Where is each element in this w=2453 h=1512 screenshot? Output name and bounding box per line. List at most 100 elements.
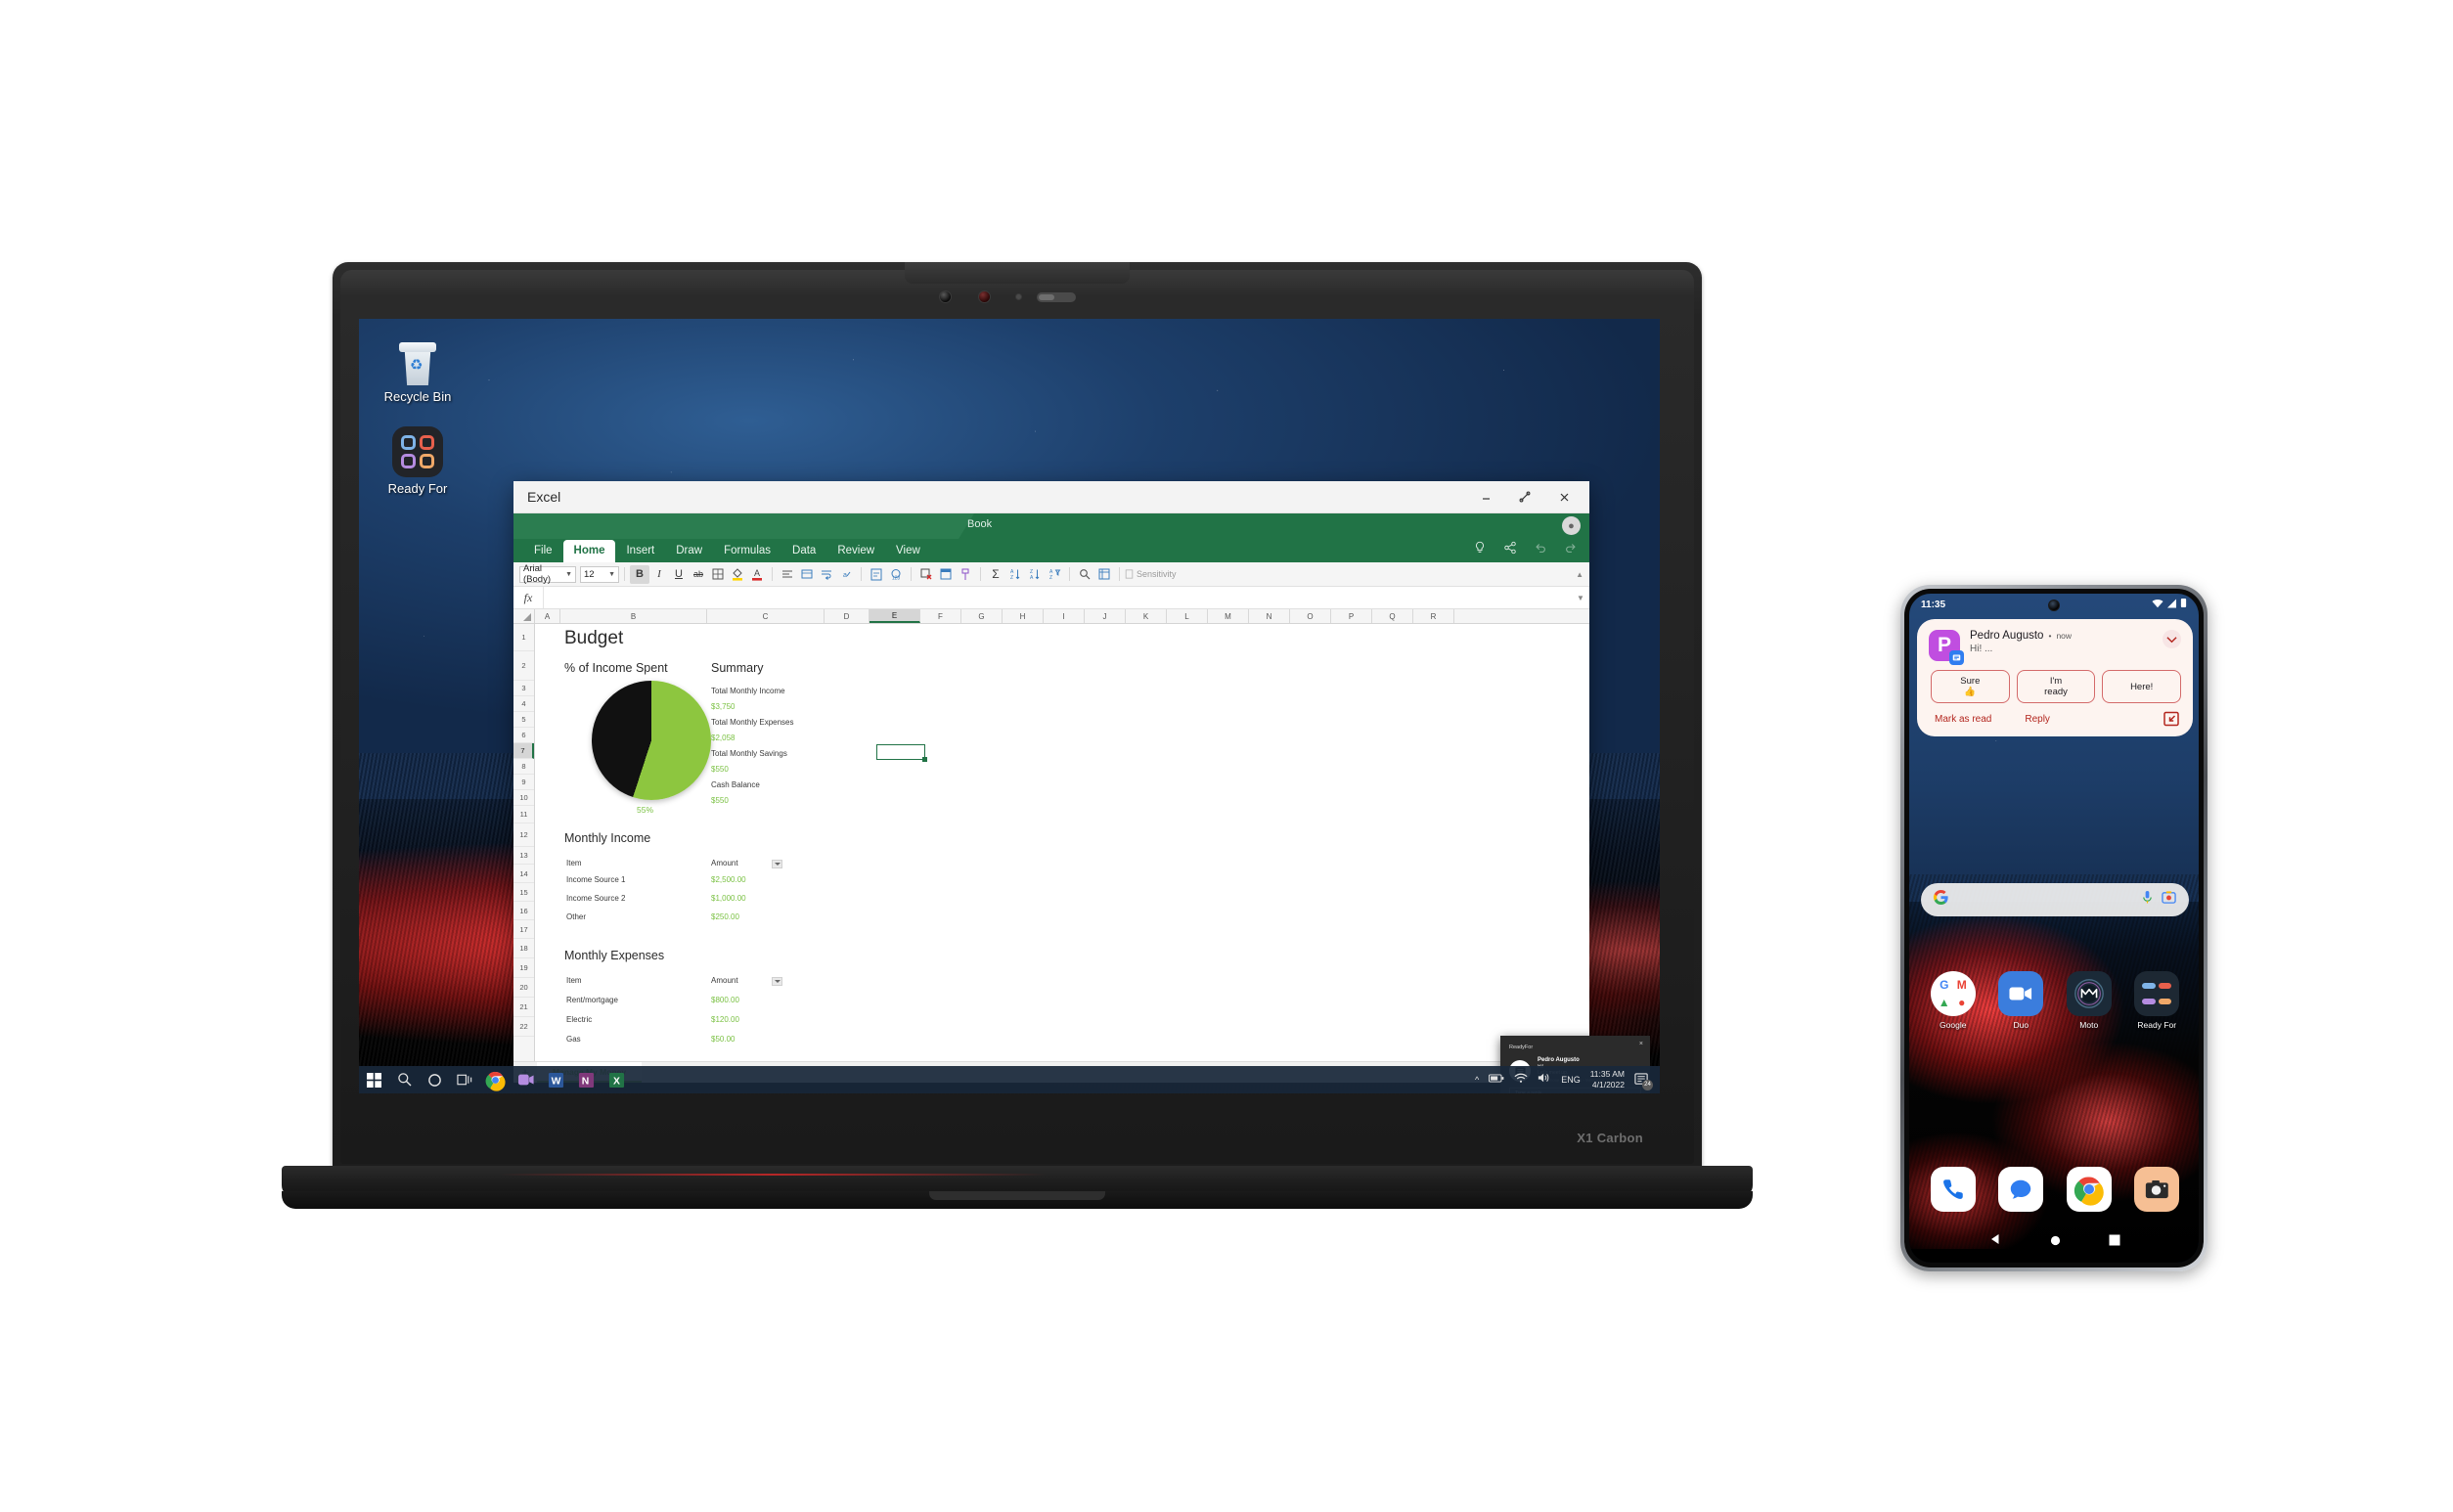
tab-file[interactable]: File bbox=[523, 540, 563, 562]
row-header-14[interactable]: 14 bbox=[513, 865, 534, 883]
row-header-21[interactable]: 21 bbox=[513, 998, 534, 1017]
strikethrough-button[interactable]: ab bbox=[689, 565, 708, 584]
search-icon[interactable] bbox=[389, 1066, 420, 1093]
dock-camera-app[interactable] bbox=[2134, 1167, 2180, 1212]
smart-reply-chip-2[interactable]: Here! bbox=[2102, 670, 2182, 703]
dock-messages-app[interactable] bbox=[1998, 1167, 2044, 1212]
tab-insert[interactable]: Insert bbox=[615, 540, 665, 562]
row-header-18[interactable]: 18 bbox=[513, 939, 534, 958]
app-duo[interactable]: Duo bbox=[1990, 971, 2051, 1030]
undo-icon[interactable] bbox=[1534, 541, 1549, 556]
format-painter-button[interactable] bbox=[956, 565, 975, 584]
show-hidden-icons-chevron[interactable]: ^ bbox=[1475, 1075, 1479, 1085]
col-header-P[interactable]: P bbox=[1331, 609, 1372, 623]
language-indicator[interactable]: ENG bbox=[1561, 1075, 1581, 1085]
wifi-icon[interactable] bbox=[1514, 1071, 1528, 1089]
desktop-icon-recycle-bin[interactable]: ♻ Recycle Bin bbox=[373, 340, 463, 404]
font-color-button[interactable]: A bbox=[747, 565, 767, 584]
underline-button[interactable]: U bbox=[669, 565, 689, 584]
row-header-13[interactable]: 13 bbox=[513, 847, 534, 865]
excel-window[interactable]: Excel Book ● File Home Insert Draw Formu… bbox=[513, 481, 1589, 1083]
nav-back-icon[interactable] bbox=[1988, 1232, 2002, 1251]
col-header-I[interactable]: I bbox=[1044, 609, 1085, 623]
dock-chrome-app[interactable] bbox=[2066, 1167, 2112, 1212]
reply-button[interactable]: Reply bbox=[2025, 714, 2050, 725]
privacy-shutter[interactable] bbox=[1037, 292, 1076, 302]
tab-draw[interactable]: Draw bbox=[665, 540, 713, 562]
font-name-select[interactable]: Arial (Body) ▼ bbox=[519, 563, 576, 585]
tab-home[interactable]: Home bbox=[562, 539, 616, 562]
autosum-button[interactable]: Σ bbox=[986, 565, 1005, 584]
row-header-7[interactable]: 7 bbox=[513, 743, 534, 759]
number-format-button[interactable] bbox=[867, 565, 886, 584]
align-left-button[interactable] bbox=[778, 565, 797, 584]
row-header-10[interactable]: 10 bbox=[513, 790, 534, 806]
row-header-1[interactable]: 1 bbox=[513, 624, 534, 651]
chevron-down-icon[interactable] bbox=[2163, 630, 2181, 648]
formula-input[interactable] bbox=[543, 587, 1572, 608]
row-header-15[interactable]: 15 bbox=[513, 883, 534, 902]
redo-icon[interactable] bbox=[1564, 541, 1580, 556]
col-header-N[interactable]: N bbox=[1249, 609, 1290, 623]
income-spent-pie-chart[interactable] bbox=[592, 681, 711, 800]
mark-as-read-button[interactable]: Mark as read bbox=[1935, 714, 1991, 725]
cortana-icon[interactable] bbox=[420, 1066, 450, 1093]
chrome-icon[interactable] bbox=[480, 1066, 511, 1093]
currency-format-button[interactable]: 123 bbox=[886, 565, 906, 584]
battery-icon[interactable] bbox=[1489, 1071, 1504, 1089]
nav-recents-icon[interactable] bbox=[2109, 1233, 2120, 1251]
filter-button[interactable]: AZ bbox=[1045, 565, 1064, 584]
col-header-F[interactable]: F bbox=[920, 609, 961, 623]
row-header-17[interactable]: 17 bbox=[513, 920, 534, 939]
expenses-filter-icon[interactable] bbox=[772, 977, 782, 986]
action-center-icon[interactable]: 24 bbox=[1634, 1072, 1653, 1090]
microphone-icon[interactable] bbox=[2141, 890, 2154, 910]
col-header-B[interactable]: B bbox=[560, 609, 707, 623]
onenote-icon[interactable]: N bbox=[571, 1066, 602, 1093]
desktop-icon-ready-for[interactable]: Ready For bbox=[373, 426, 463, 496]
borders-button[interactable] bbox=[708, 565, 728, 584]
row-header-12[interactable]: 12 bbox=[513, 823, 534, 847]
app-google-folder[interactable]: G M ▲ ● Google bbox=[1923, 971, 1984, 1030]
col-header-O[interactable]: O bbox=[1290, 609, 1331, 623]
col-header-C[interactable]: C bbox=[707, 609, 825, 623]
row-header-20[interactable]: 20 bbox=[513, 978, 534, 998]
col-header-H[interactable]: H bbox=[1003, 609, 1044, 623]
tab-review[interactable]: Review bbox=[826, 540, 885, 562]
italic-button[interactable]: I bbox=[649, 565, 669, 584]
tab-data[interactable]: Data bbox=[781, 540, 826, 562]
font-size-select[interactable]: 12 ▼ bbox=[580, 565, 619, 583]
select-all-corner[interactable] bbox=[513, 609, 535, 623]
minimize-button[interactable] bbox=[1466, 482, 1505, 511]
merge-cells-button[interactable] bbox=[797, 565, 817, 584]
col-header-J[interactable]: J bbox=[1085, 609, 1126, 623]
app-moto[interactable]: Moto bbox=[2059, 971, 2119, 1030]
delete-cells-button[interactable] bbox=[916, 565, 936, 584]
col-header-D[interactable]: D bbox=[825, 609, 870, 623]
row-header-8[interactable]: 8 bbox=[513, 759, 534, 775]
app-ready-for[interactable]: Ready For bbox=[2126, 971, 2187, 1030]
orientation-button[interactable]: a bbox=[836, 565, 856, 584]
dock-phone-app[interactable] bbox=[1930, 1167, 1976, 1212]
col-header-M[interactable]: M bbox=[1208, 609, 1249, 623]
teams-icon[interactable] bbox=[511, 1066, 541, 1093]
excel-title-bar[interactable]: Excel bbox=[513, 481, 1589, 513]
row-header-3[interactable]: 3 bbox=[513, 681, 534, 696]
google-lens-icon[interactable] bbox=[2162, 890, 2176, 910]
find-icon[interactable] bbox=[1075, 565, 1094, 584]
close-icon[interactable]: × bbox=[1639, 1041, 1643, 1047]
row-header-11[interactable]: 11 bbox=[513, 806, 534, 823]
account-avatar[interactable]: ● bbox=[1562, 516, 1581, 535]
volume-icon[interactable] bbox=[1538, 1071, 1551, 1089]
selected-cell-E7[interactable] bbox=[876, 744, 927, 762]
taskbar-clock[interactable]: 11:35 AM 4/1/2022 bbox=[1590, 1069, 1625, 1090]
maximize-restore-button[interactable] bbox=[1505, 482, 1544, 511]
worksheet-canvas[interactable]: Budget % of Income Spent 55% Summary Tot… bbox=[535, 624, 1589, 1061]
close-button[interactable] bbox=[1544, 482, 1583, 511]
expand-formula-bar-icon[interactable]: ▼ bbox=[1572, 594, 1589, 602]
phone-notification-card[interactable]: P Pedro Augusto • now Hi! ... Sure 👍 I'm… bbox=[1917, 619, 2193, 736]
start-button[interactable] bbox=[359, 1066, 389, 1093]
sort-asc-button[interactable]: AZ bbox=[1005, 565, 1025, 584]
word-icon[interactable]: W bbox=[541, 1066, 571, 1093]
task-view-icon[interactable] bbox=[450, 1066, 480, 1093]
